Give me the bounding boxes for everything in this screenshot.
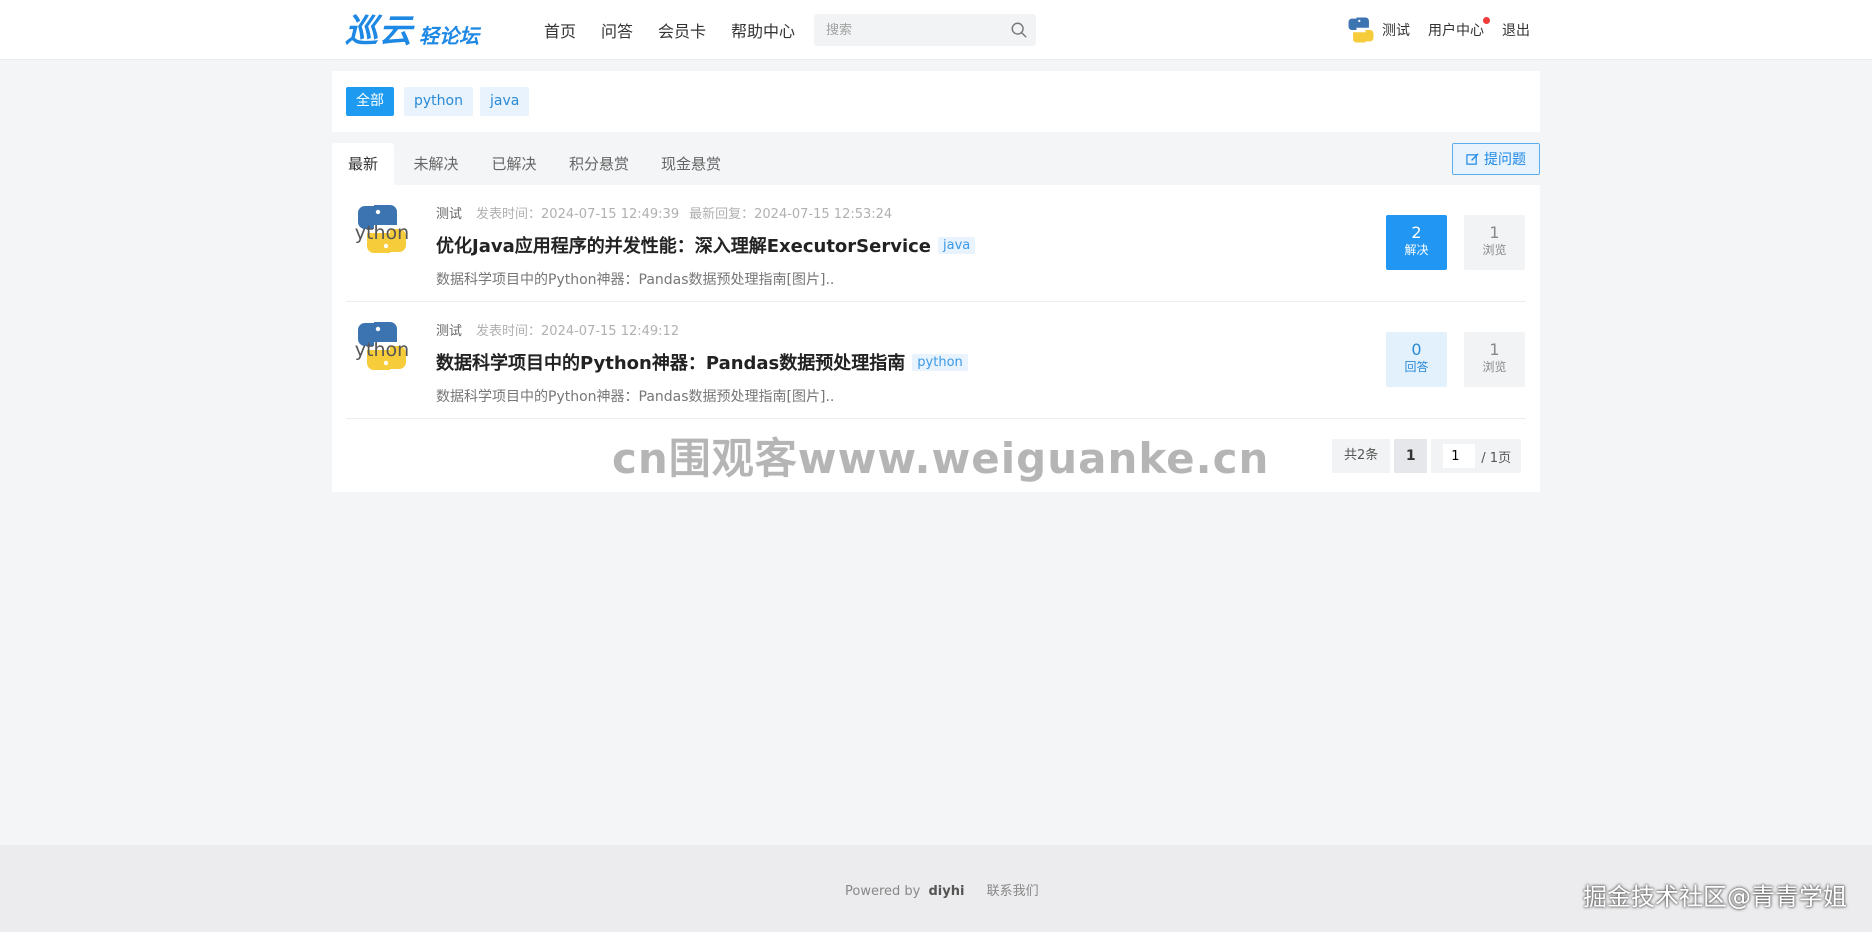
logo-main-text: 巡云	[345, 11, 413, 50]
user-area: 测试 用户中心 退出	[1344, 12, 1530, 48]
site-logo[interactable]: 巡云 轻论坛	[345, 11, 479, 49]
total-count: 共2条	[1332, 439, 1391, 473]
python-avatar[interactable]: ython	[352, 201, 412, 257]
views-value: 1	[1489, 223, 1500, 242]
tag-filter-bar: 全部 python java	[332, 71, 1540, 132]
search-icon[interactable]	[1010, 21, 1028, 39]
ask-question-button[interactable]: 提问题	[1452, 143, 1540, 175]
tag-python[interactable]: python	[404, 87, 473, 116]
tag-all[interactable]: 全部	[346, 87, 394, 116]
nav-help[interactable]: 帮助中心	[731, 18, 795, 42]
tab-solved[interactable]: 已解决	[484, 143, 544, 185]
username[interactable]: 测试	[1382, 20, 1410, 40]
reply-label: 最新回复：	[689, 207, 755, 222]
question-meta: 测试 发表时间：2024-07-15 12:49:12	[436, 320, 679, 339]
main-nav: 首页 问答 会员卡 帮助中心	[544, 0, 820, 60]
nav-membership[interactable]: 会员卡	[658, 18, 706, 42]
notification-dot	[1483, 17, 1490, 24]
powered-by-label: Powered by	[845, 884, 921, 899]
svg-text:ython: ython	[355, 339, 409, 361]
question-title-row: 数据科学项目中的Python神器：Pandas数据预处理指南 python	[436, 349, 968, 375]
question-author[interactable]: 测试	[436, 324, 462, 339]
question-tabs: 最新 未解决 已解决 积分悬赏 现金悬赏 提问题	[332, 143, 1540, 185]
posted-label: 发表时间：	[476, 324, 542, 339]
pagination: 共2条 1 / 1页	[1332, 439, 1522, 473]
reply-time: 2024-07-15 12:53:24	[754, 207, 893, 222]
views-count: 1 浏览	[1464, 332, 1525, 387]
user-center-link[interactable]: 用户中心	[1428, 17, 1490, 40]
logo-sub-text: 轻论坛	[419, 24, 479, 48]
posted-time: 2024-07-15 12:49:39	[541, 207, 680, 222]
ask-question-label: 提问题	[1484, 152, 1526, 168]
footer-links: Powered by diyhi 联系我们	[845, 880, 1039, 899]
tab-unsolved[interactable]: 未解决	[406, 143, 466, 185]
page-jump: / 1页	[1431, 439, 1522, 473]
top-header: 巡云 轻论坛 首页 问答 会员卡 帮助中心 测试 用户中心 退出	[0, 0, 1872, 60]
question-tag[interactable]: java	[938, 236, 976, 254]
answers-value: 0	[1411, 340, 1422, 359]
question-title[interactable]: 优化Java应用程序的并发性能：深入理解ExecutorService	[436, 232, 931, 258]
page-jump-input[interactable]	[1443, 444, 1476, 468]
edit-icon	[1466, 152, 1479, 165]
solved-value: 2	[1411, 223, 1422, 242]
question-author[interactable]: 测试	[436, 207, 462, 222]
current-page[interactable]: 1	[1394, 439, 1428, 473]
svg-text:ython: ython	[355, 222, 409, 244]
contact-link[interactable]: 联系我们	[987, 884, 1039, 899]
posted-label: 发表时间：	[476, 207, 542, 222]
posted-time: 2024-07-15 12:49:12	[541, 324, 680, 339]
answers-count: 0 回答	[1386, 332, 1447, 387]
question-title[interactable]: 数据科学项目中的Python神器：Pandas数据预处理指南	[436, 349, 905, 375]
search-box	[814, 14, 1036, 46]
question-excerpt: 数据科学项目中的Python神器：Pandas数据预处理指南[图片]..	[436, 389, 835, 405]
question-title-row: 优化Java应用程序的并发性能：深入理解ExecutorService java	[436, 232, 976, 258]
watermark-text: cn围观客www.weiguanke.cn	[612, 434, 1270, 483]
search-input[interactable]	[814, 14, 1004, 46]
user-center-label: 用户中心	[1428, 23, 1484, 39]
avatar[interactable]	[1344, 13, 1378, 47]
answers-label: 回答	[1404, 360, 1429, 374]
views-label: 浏览	[1482, 360, 1507, 374]
python-avatar[interactable]: ython	[352, 318, 412, 374]
nav-home[interactable]: 首页	[544, 18, 576, 42]
tab-points-bounty[interactable]: 积分悬赏	[562, 143, 636, 185]
question-tag[interactable]: python	[912, 353, 968, 371]
views-value: 1	[1489, 340, 1500, 359]
solved-count: 2 解决	[1386, 215, 1447, 270]
list-item[interactable]: ython 测试 发表时间：2024-07-15 12:49:12 数据科学项目中…	[346, 302, 1526, 419]
question-meta: 测试 发表时间：2024-07-15 12:49:39 最新回复：2024-07-1…	[436, 203, 892, 222]
tab-cash-bounty[interactable]: 现金悬赏	[654, 143, 728, 185]
powered-by-brand[interactable]: diyhi	[929, 884, 965, 899]
question-excerpt: 数据科学项目中的Python神器：Pandas数据预处理指南[图片]..	[436, 272, 835, 288]
corner-watermark: 掘金技术社区@青青学姐	[1583, 883, 1847, 911]
page-total-suffix: / 1页	[1481, 450, 1512, 466]
nav-qa[interactable]: 问答	[601, 18, 633, 42]
views-label: 浏览	[1482, 243, 1507, 257]
tab-latest[interactable]: 最新	[332, 143, 394, 185]
list-item[interactable]: ython 测试 发表时间：2024-07-15 12:49:39 最新回复：202…	[346, 185, 1526, 302]
tag-java[interactable]: java	[480, 87, 530, 116]
views-count: 1 浏览	[1464, 215, 1525, 270]
solved-label: 解决	[1404, 243, 1429, 257]
logout-link[interactable]: 退出	[1502, 20, 1530, 40]
